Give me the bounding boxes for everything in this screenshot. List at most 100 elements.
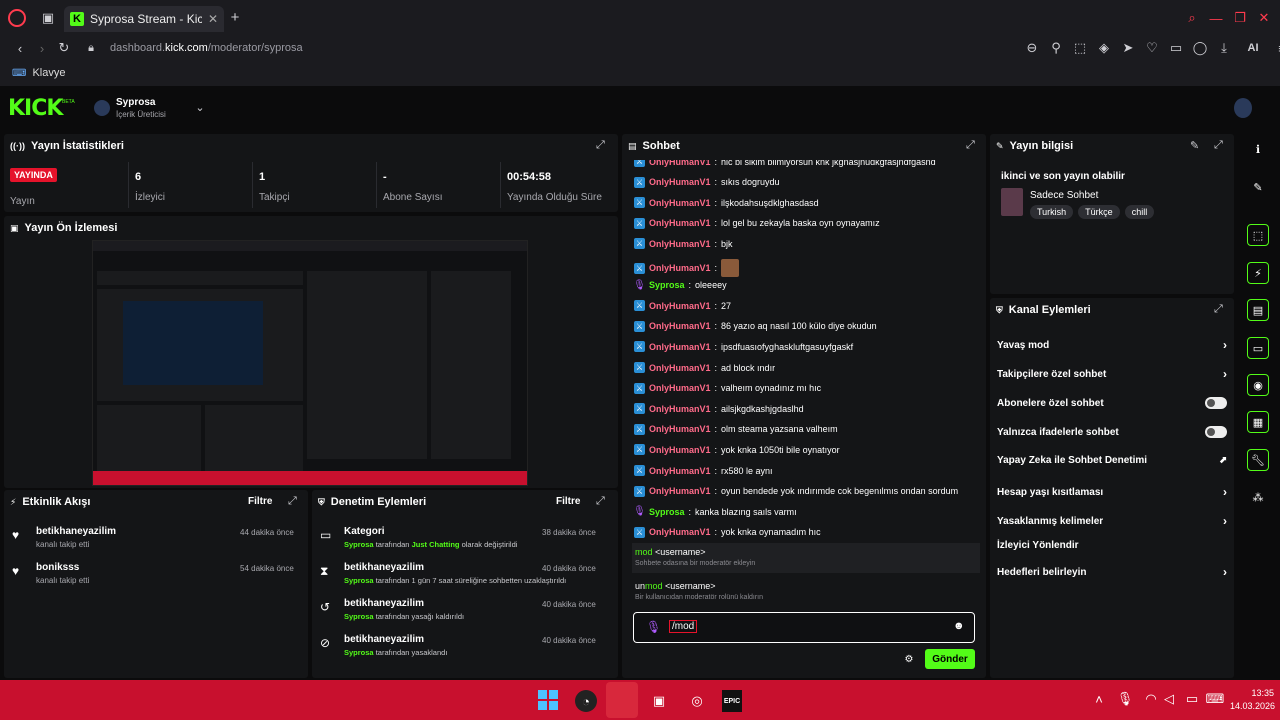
back-icon[interactable]: ‹ [12,40,28,56]
opera-taskbar-icon[interactable] [606,682,638,718]
mod-action-actor[interactable]: Syprosa [344,540,374,549]
document-icon[interactable]: ▤ [1247,299,1269,321]
opera-logo-icon[interactable] [8,9,26,27]
send-button[interactable]: Gönder [925,649,975,669]
chat-username[interactable]: OnlyHumanV1 [649,445,711,455]
tab-manager-icon[interactable]: ▣ [40,10,56,26]
chat-icon[interactable]: ▭ [1247,337,1269,359]
expand-icon[interactable]: ⤢ [966,139,975,152]
chat-username[interactable]: OnlyHumanV1 [649,321,711,331]
heart-icon[interactable]: ♡ [1144,40,1160,56]
layout-icon[interactable]: ▦ [1247,411,1269,433]
minimize-icon[interactable]: — [1208,10,1224,26]
app-icon[interactable]: ▣ [648,690,670,712]
chat-username[interactable]: OnlyHumanV1 [649,363,711,373]
chevron-right-icon[interactable]: › [1223,338,1227,352]
clip-icon[interactable]: ⬚ [1247,224,1269,246]
chevron-right-icon[interactable]: › [1223,565,1227,579]
chat-username[interactable]: Syprosa [649,280,685,290]
wrench-icon[interactable]: 🔧︎ [1247,449,1269,471]
chevron-right-icon[interactable]: › [1223,514,1227,528]
obs-icon[interactable]: ◔ [575,690,597,712]
expand-icon[interactable]: ⤢ [596,495,605,508]
chat-username[interactable]: OnlyHumanV1 [649,198,711,208]
download-icon[interactable]: ⤓ [1216,40,1232,56]
shield-icon[interactable]: ◈ [1096,40,1112,56]
url-field[interactable]: dashboard.kick.com/moderator/syprosa [110,40,303,56]
chat-username[interactable]: OnlyHumanV1 [649,383,711,393]
reload-icon[interactable]: ↻ [56,40,72,56]
activity-filter-button[interactable]: Filtre [248,496,272,507]
epic-games-icon[interactable]: EPIC [722,690,742,712]
channel-action-row[interactable]: İzleyici Yönlendir [997,540,1227,551]
aria-ai-button[interactable]: AI [1240,40,1266,56]
expand-icon[interactable]: ⤢ [1214,139,1223,152]
tray-chevron-icon[interactable]: ˄ [1092,692,1106,707]
edit-icon[interactable]: ✎ [1247,176,1269,198]
restore-icon[interactable]: ❐ [1232,10,1248,26]
chat-username[interactable]: Syprosa [649,507,685,517]
edit-icon[interactable]: ✎ [1190,139,1199,152]
wifi-icon[interactable]: ◠ [1144,691,1158,706]
close-window-icon[interactable]: ✕ [1256,10,1272,26]
search-icon[interactable]: ⌕ [1184,10,1200,26]
new-tab-icon[interactable]: + [228,9,242,26]
broadcast-icon[interactable]: ◉ [1247,374,1269,396]
kick-logo[interactable]: KICK [8,96,63,121]
chat-input[interactable]: 🎙︎ /mod ☻ [633,612,975,643]
channel-action-row[interactable]: Abonelere özel sohbet [997,397,1227,409]
volume-icon[interactable]: ◁ [1162,691,1176,706]
mod-action-actor[interactable]: Syprosa [344,576,374,585]
snapshot-icon[interactable]: ⬚ [1072,40,1088,56]
expand-icon[interactable]: ⤢ [596,139,605,152]
info-icon[interactable]: ℹ [1247,138,1269,160]
send-icon[interactable]: ➤ [1120,40,1136,56]
chevron-right-icon[interactable]: › [1223,367,1227,381]
bookmark-klavye[interactable]: ⌨ Klavye [12,67,65,79]
mic-tray-icon[interactable]: 🎙︎ [1117,691,1134,706]
chat-username[interactable]: OnlyHumanV1 [649,239,711,249]
toggle-switch[interactable] [1205,397,1227,409]
expand-icon[interactable]: ⤢ [288,495,297,508]
channel-action-row[interactable]: Yalnızca ifadelerle sohbet [997,426,1227,438]
mod-action-title[interactable]: betikhaneyazilim [344,634,424,645]
zoom-icon[interactable]: ⊖ [1024,40,1040,56]
chat-username[interactable]: OnlyHumanV1 [649,486,711,496]
clock[interactable]: 13:35 14.03.2026 [1230,687,1275,713]
chevron-right-icon[interactable]: › [1223,485,1227,499]
channel-name[interactable]: Syprosa [116,97,155,108]
chat-username[interactable]: OnlyHumanV1 [649,404,711,414]
command-suggestion-unmod[interactable]: unmod <username> Bir kullanıcıdan modera… [632,577,980,607]
chat-username[interactable]: OnlyHumanV1 [649,301,711,311]
lightning-icon[interactable]: ⚡ [1247,262,1269,284]
steam-icon[interactable]: ◎ [686,690,708,712]
tab-kick-dashboard[interactable]: K Syprosa Stream - Kick Das ✕ [64,6,224,32]
wallet-icon[interactable]: ▭ [1168,40,1184,56]
language-icon[interactable]: ⌨ [1206,691,1225,706]
expand-icon[interactable]: ⤢ [1214,303,1223,316]
drops-icon[interactable]: ⁂ [1247,486,1269,508]
settings-gear-icon[interactable]: ⚙ [902,652,916,666]
activity-user[interactable]: betikhaneyazilim [36,526,116,537]
chat-input-text[interactable]: /mod [669,620,698,633]
mod-action-title[interactable]: betikhaneyazilim [344,598,424,609]
stream-preview-video[interactable] [92,240,528,486]
mod-action-actor[interactable]: Syprosa [344,612,374,621]
mod-action-actor[interactable]: Syprosa [344,648,374,657]
chat-username[interactable]: OnlyHumanV1 [649,218,711,228]
user-avatar[interactable] [1234,98,1252,118]
emoji-icon[interactable]: ☻ [953,620,965,632]
mic-icon[interactable]: 🎙︎ [646,620,661,634]
mod-action-title[interactable]: Kategori [344,526,385,537]
pin-icon[interactable]: ⚲ [1048,40,1064,56]
external-link-icon[interactable]: ⬈ [1219,455,1227,466]
chat-username[interactable]: OnlyHumanV1 [649,466,711,476]
chat-username[interactable]: OnlyHumanV1 [649,424,711,434]
command-suggestion-mod[interactable]: mod <username> Sohbete odasına bir moder… [632,543,980,573]
tab-close-icon[interactable]: ✕ [208,12,218,26]
modactions-filter-button[interactable]: Filtre [556,496,580,507]
mod-action-title[interactable]: betikhaneyazilim [344,562,424,573]
chat-username[interactable]: OnlyHumanV1 [649,527,711,537]
channel-action-row[interactable]: Hedefleri belirleyin › [997,565,1227,579]
start-icon[interactable] [538,690,558,710]
